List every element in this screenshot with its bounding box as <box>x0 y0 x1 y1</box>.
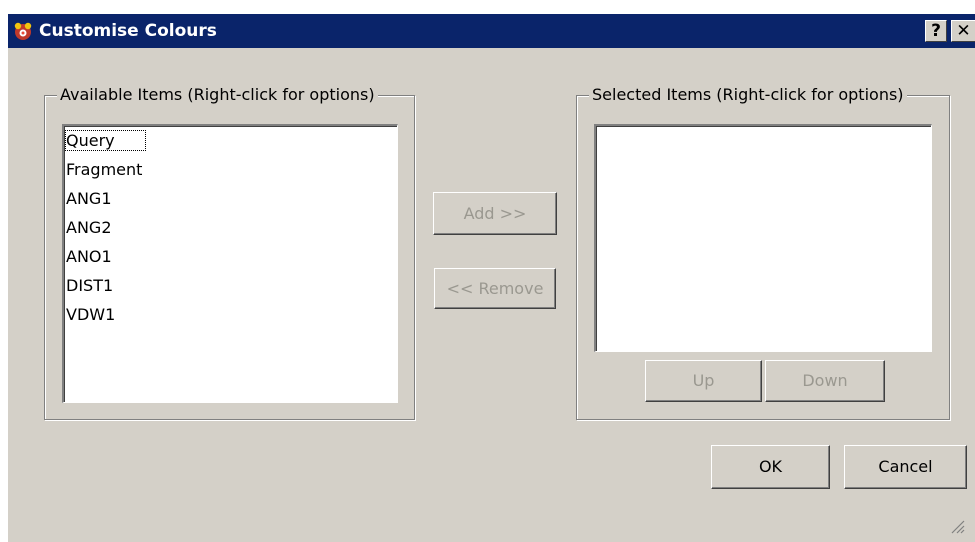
list-item[interactable]: ANG2 <box>64 213 397 242</box>
list-item[interactable]: ANO1 <box>64 242 397 271</box>
title-bar[interactable]: Customise Colours ? ✕ <box>8 14 975 48</box>
available-item-label: DIST1 <box>66 276 114 295</box>
available-item-label: ANG2 <box>66 218 112 237</box>
available-item-label: Query <box>65 130 146 151</box>
available-item-label: ANO1 <box>66 247 112 266</box>
close-button[interactable]: ✕ <box>951 20 975 42</box>
ok-button[interactable]: OK <box>711 445 830 489</box>
list-item[interactable]: VDW1 <box>64 300 397 329</box>
selected-items-label: Selected Items (Right-click for options) <box>589 85 907 105</box>
cancel-button[interactable]: Cancel <box>844 445 967 489</box>
available-items-label: Available Items (Right-click for options… <box>57 85 378 105</box>
window-title: Customise Colours <box>39 21 217 41</box>
available-items-list[interactable]: Query Fragment ANG1 ANG2 ANO1 DIST1 VDW1 <box>62 124 398 403</box>
available-item-label: Fragment <box>66 160 143 179</box>
resize-grip-icon[interactable] <box>949 518 965 534</box>
available-item-label: VDW1 <box>66 305 116 324</box>
help-button[interactable]: ? <box>925 20 947 42</box>
list-item[interactable]: ANG1 <box>64 184 397 213</box>
list-item[interactable]: DIST1 <box>64 271 397 300</box>
selected-items-list[interactable] <box>594 124 932 352</box>
available-item-label: ANG1 <box>66 189 112 208</box>
list-item[interactable]: Query <box>64 126 397 155</box>
up-button[interactable]: Up <box>645 360 762 402</box>
add-button[interactable]: Add >> <box>433 192 557 235</box>
list-item[interactable]: Fragment <box>64 155 397 184</box>
remove-button[interactable]: << Remove <box>434 268 556 309</box>
down-button[interactable]: Down <box>765 360 885 402</box>
customise-colours-dialog: Customise Colours ? ✕ Available Items (R… <box>8 14 975 542</box>
app-logo-icon <box>14 22 32 40</box>
